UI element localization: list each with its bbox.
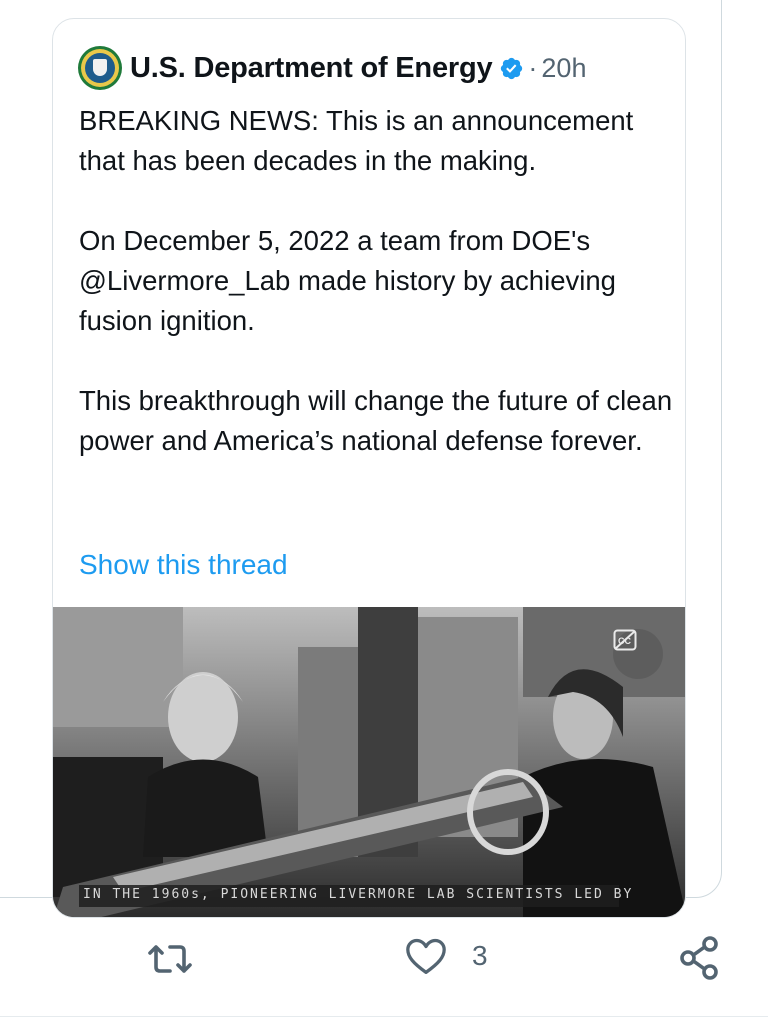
separator-dot: · [528, 52, 538, 83]
tweet-paragraph: On December 5, 2022 a team from DOE's @L… [79, 225, 616, 336]
tweet-action-bar: 3 [0, 900, 768, 1019]
tweet-timestamp[interactable]: 20h [541, 53, 586, 84]
closed-captions-button[interactable]: CC [613, 629, 663, 679]
like-button[interactable]: 3 [404, 936, 488, 976]
divider [0, 1016, 768, 1017]
share-icon [680, 936, 718, 980]
video-media[interactable]: CC IN THE 1960s, PIONEERING LIVERMORE LA… [53, 607, 685, 917]
retweet-icon [148, 945, 192, 973]
like-count: 3 [472, 940, 488, 971]
heart-icon [406, 938, 446, 974]
doe-seal-avatar[interactable] [78, 46, 122, 90]
video-frame [53, 607, 685, 917]
quoted-tweet-header: U.S. Department of Energy · 20h [78, 46, 586, 90]
tweet-paragraph: BREAKING NEWS: This is an announcement t… [79, 105, 634, 176]
tweet-text: BREAKING NEWS: This is an announcement t… [79, 101, 679, 461]
closed-captions-icon: CC [613, 629, 637, 651]
author-name[interactable]: U.S. Department of Energy [130, 52, 493, 85]
verified-badge-icon [501, 57, 523, 79]
show-thread-link[interactable]: Show this thread [79, 545, 288, 585]
quoted-tweet-card[interactable]: U.S. Department of Energy · 20h BREAKING… [52, 18, 686, 918]
tweet-paragraph: This breakthrough will change the future… [79, 385, 673, 456]
retweet-button[interactable] [146, 937, 194, 981]
share-button[interactable] [680, 936, 720, 980]
